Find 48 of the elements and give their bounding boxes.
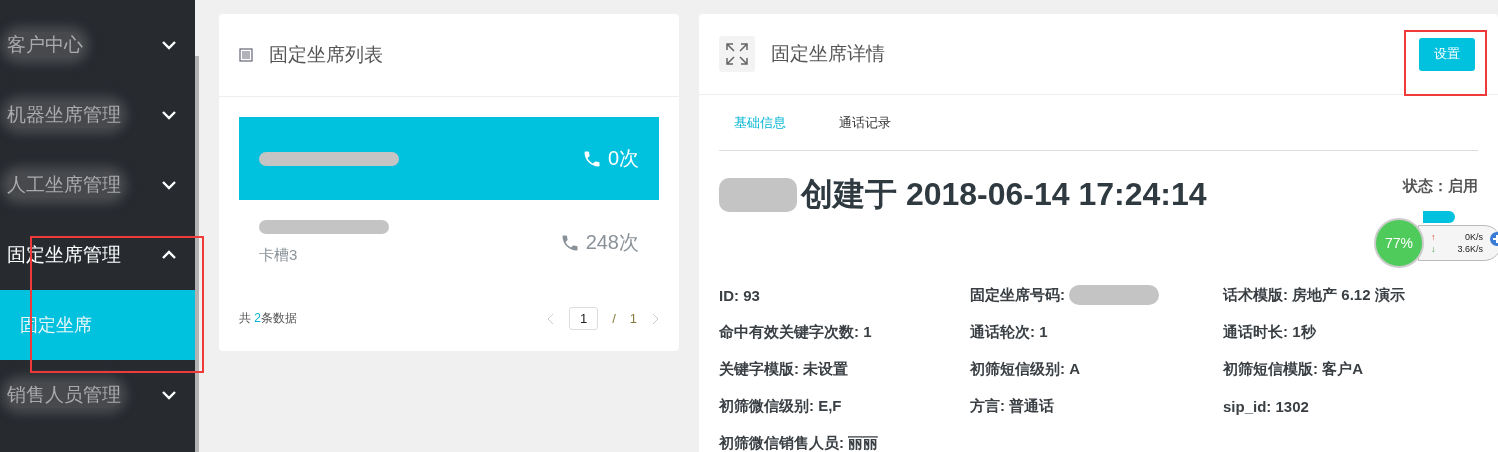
status-label: 状态：启用	[1403, 177, 1478, 196]
card-title: 固定坐席详情	[771, 42, 885, 66]
field-text: 命中有效关键字次数: 1	[719, 323, 872, 342]
down-arrow-icon: ↓	[1431, 244, 1436, 254]
call-count: 0次	[607, 146, 639, 171]
card-title: 固定坐席列表	[269, 43, 383, 67]
tab[interactable]: 基础信息	[719, 113, 824, 132]
total-count: 共 2条数据	[239, 310, 298, 327]
page-separator: /	[612, 311, 616, 326]
expand-icon[interactable]	[719, 36, 755, 72]
menu-item[interactable]: 客户中心	[0, 10, 195, 80]
menu-item[interactable]: 人工坐席管理	[0, 150, 195, 220]
field-text: sip_id: 1302	[1223, 398, 1309, 415]
field-text: 初筛短信模版: 客户A	[1223, 360, 1363, 379]
field-text: 关键字模版: 未设置	[719, 360, 849, 379]
page-input[interactable]: 1	[568, 307, 599, 330]
chevron-down-icon	[161, 180, 177, 190]
chevron-down-icon	[161, 40, 177, 50]
chevron-down-icon	[161, 390, 177, 400]
next-page-icon[interactable]	[651, 312, 659, 325]
field-text: 初筛微信销售人员: 丽丽	[719, 434, 879, 452]
menu-item[interactable]: 机器坐席管理	[0, 80, 195, 150]
menu-item[interactable]: 销售人员管理	[0, 360, 195, 430]
seat-list-item[interactable]: 0次	[239, 117, 659, 200]
field-text: 初筛微信级别: E,F	[719, 397, 842, 416]
previous-page-icon[interactable]	[546, 312, 555, 325]
page-total: 1	[629, 311, 637, 326]
created-heading: 创建于 2018-06-14 17:24:14	[801, 175, 1207, 214]
chevron-down-icon	[161, 110, 177, 120]
field-text: 通话轮次: 1	[970, 323, 1048, 342]
field-text: 通话时长: 1秒	[1223, 323, 1316, 342]
field-text: 方言: 普通话	[970, 397, 1055, 416]
chevron-up-icon	[161, 250, 177, 260]
tab[interactable]: 通话记录	[824, 113, 929, 132]
up-arrow-icon: ↑	[1431, 232, 1436, 242]
field-text: 固定坐席号码:	[970, 285, 1065, 305]
status-switch[interactable]	[1423, 211, 1455, 223]
download-speed: 3.6K/s	[1457, 244, 1483, 254]
field-text: ID: 93	[719, 286, 760, 304]
field-text: 话术模版: 房地产 6.12 演示	[1223, 285, 1405, 305]
scrollbar[interactable]	[195, 56, 199, 452]
call-count: 248次	[585, 230, 639, 255]
list-icon	[239, 48, 253, 62]
speed-widget[interactable]: 77% ↑ 0K/s ↓ 3.6K/s	[1374, 218, 1498, 268]
upload-speed: 0K/s	[1465, 232, 1483, 242]
field-text: 初筛短信级别: A	[970, 360, 1080, 379]
settings-button[interactable]: 设置	[1419, 37, 1475, 71]
slot-label: 卡槽3	[259, 246, 299, 265]
